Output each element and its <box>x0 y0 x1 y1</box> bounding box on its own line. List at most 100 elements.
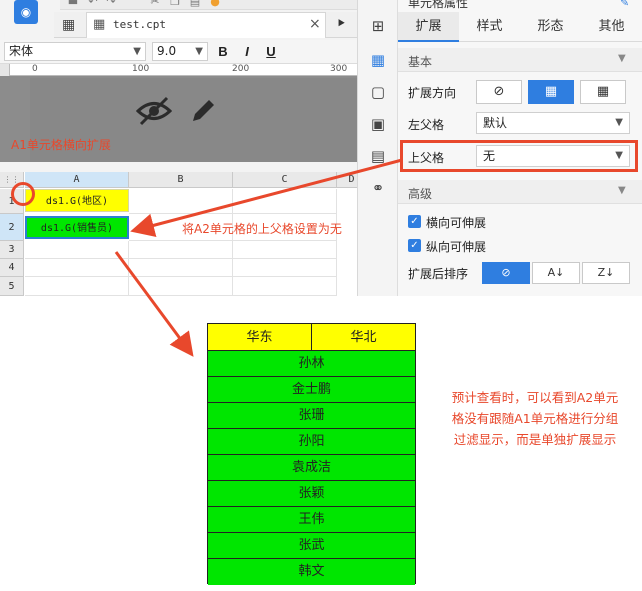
main-toolbar: ▬ ↶ ↷ ✂ ❐ ▤ ● <box>60 0 357 10</box>
frame-icon[interactable]: ▢ <box>368 82 388 102</box>
cell-a4[interactable] <box>25 259 129 277</box>
vertical-expand-label: 纵向可伸展 <box>426 240 487 254</box>
row-header-4[interactable]: 4 <box>0 259 24 277</box>
grid-view-icon[interactable]: ▦ <box>62 17 78 33</box>
tab-other[interactable]: 其他 <box>581 12 642 42</box>
horizontal-expand-checkbox[interactable]: ✓ <box>408 215 421 228</box>
cell-a2-selected[interactable]: ds1.G(销售员) <box>25 216 129 239</box>
font-toolbar: 宋体 ▼ 9.0 ▼ B I U <box>0 40 357 64</box>
expand-direction-label: 扩展方向 <box>408 86 457 100</box>
column-header-d[interactable]: D <box>337 172 357 188</box>
cell-attribute-icon[interactable]: ▦ <box>368 50 388 70</box>
cell-c4[interactable] <box>233 259 337 277</box>
sort-none-button[interactable]: ⊘ <box>482 262 530 284</box>
cell-c5[interactable] <box>233 277 337 296</box>
left-parent-select[interactable]: 默认 ▼ <box>476 112 630 134</box>
annotation-circle-marker <box>11 182 35 206</box>
edit-pencil-icon[interactable] <box>188 96 218 126</box>
chevron-down-icon: ▼ <box>615 117 623 128</box>
preview-row: 袁成洁 <box>208 455 415 481</box>
preview-row: 张颖 <box>208 481 415 507</box>
pin-icon[interactable]: ✎ <box>620 0 629 9</box>
property-icon-strip: ⊞ ▦ ▢ ▣ ▤ ⚭ <box>358 0 398 296</box>
format-brush-icon[interactable]: ● <box>208 0 222 8</box>
annotation-a1-horizontal: A1单元格横向扩展 <box>11 138 111 152</box>
column-header-c[interactable]: C <box>233 172 337 188</box>
cell-b3[interactable] <box>129 241 233 259</box>
preview-result-table: 华东 华北 孙林 金士鹏 张珊 孙阳 袁成洁 张颖 王伟 张武 韩文 <box>207 323 416 585</box>
sort-descending-button[interactable]: Z↓ <box>582 262 630 284</box>
top-parent-value: 无 <box>483 149 496 163</box>
italic-button[interactable]: I <box>238 43 256 61</box>
preview-row: 王伟 <box>208 507 415 533</box>
cell-b1[interactable] <box>129 189 233 214</box>
cell-a3[interactable] <box>25 241 129 259</box>
row-header-2[interactable]: 2 <box>0 214 24 241</box>
close-tab-icon[interactable]: × <box>309 16 321 32</box>
chevron-down-icon: ▼ <box>133 46 141 57</box>
cell-element-icon[interactable]: ⊞ <box>368 16 388 36</box>
font-family-value: 宋体 <box>9 44 34 58</box>
preview-row: 孙阳 <box>208 429 415 455</box>
font-size-select[interactable]: 9.0 ▼ <box>152 42 208 61</box>
cell-c1[interactable] <box>233 189 337 214</box>
column-header-b[interactable]: B <box>129 172 233 188</box>
sort-ascending-button[interactable]: A↓ <box>532 262 580 284</box>
widget-icon[interactable]: ▣ <box>368 114 388 134</box>
report-file-icon: ▦ <box>93 17 106 32</box>
ruler-tick: 300 <box>330 64 348 74</box>
tab-style[interactable]: 样式 <box>459 12 520 42</box>
tab-expand[interactable]: 扩展 <box>398 12 459 42</box>
cell-a5[interactable] <box>25 277 129 296</box>
annotation-a2-parent: 将A2单元格的上父格设置为无 <box>182 222 342 236</box>
expand-horizontal-button[interactable]: ▦ <box>580 80 626 104</box>
save-icon[interactable]: ▬ <box>66 0 80 8</box>
cut-icon[interactable]: ✂ <box>148 0 162 8</box>
report-editor: ◉ ▬ ↶ ↷ ✂ ❐ ▤ ● ▦ ▦ test.cpt × ⯈ 宋体 ▼ 9.… <box>0 0 358 296</box>
vertical-expand-checkbox[interactable]: ✓ <box>408 239 421 252</box>
cell-b5[interactable] <box>129 277 233 296</box>
ruler-tick: 100 <box>132 64 150 74</box>
hyperlink-icon[interactable]: ⚭ <box>368 178 388 198</box>
horizontal-expand-label: 横向可伸展 <box>426 216 487 230</box>
property-tabs: 扩展 样式 形态 其他 <box>398 12 642 42</box>
preview-row: 张武 <box>208 533 415 559</box>
cell-b4[interactable] <box>129 259 233 277</box>
underline-button[interactable]: U <box>262 43 280 61</box>
document-tabbar: ▦ ▦ test.cpt × ⯈ <box>54 12 357 38</box>
preview-row: 张珊 <box>208 403 415 429</box>
column-header-a[interactable]: A <box>25 172 129 188</box>
cell-a1[interactable]: ds1.G(地区) <box>25 189 129 212</box>
redo-icon[interactable]: ↷ <box>104 0 118 8</box>
cell-c3[interactable] <box>233 241 337 259</box>
section-basic[interactable]: 基本 ▼ <box>398 48 642 72</box>
section-advanced[interactable]: 高级 ▼ <box>398 180 642 204</box>
annotation-preview-explanation: 预计查看时，可以看到A2单元格没有跟随A1单元格进行分组过滤显示，而是单独扩展显… <box>451 390 619 447</box>
preview-row: 韩文 <box>208 559 415 585</box>
tab-form[interactable]: 形态 <box>520 12 581 42</box>
font-family-select[interactable]: 宋体 ▼ <box>4 42 146 61</box>
tab-menu-icon[interactable]: ⯈ <box>336 17 346 32</box>
tab-test-cpt[interactable]: ▦ test.cpt × <box>86 12 326 38</box>
app-logo-icon[interactable]: ◉ <box>14 0 38 24</box>
bold-button[interactable]: B <box>214 43 232 61</box>
top-parent-select[interactable]: 无 ▼ <box>476 145 630 167</box>
sort-after-expand-label: 扩展后排序 <box>408 267 469 281</box>
expand-none-button[interactable]: ⊘ <box>476 80 522 104</box>
copy-icon[interactable]: ❐ <box>168 0 182 8</box>
top-parent-label: 上父格 <box>408 151 445 165</box>
chevron-down-icon: ▼ <box>195 46 203 57</box>
section-advanced-label: 高级 <box>408 187 433 201</box>
expand-vertical-button[interactable]: ▦ <box>528 80 574 104</box>
spreadsheet-grid: ⋮⋮ A B C D 1 2 3 4 5 ds1.G(地区) ds1.G(销售员… <box>0 172 357 296</box>
collapse-caret-icon: ▼ <box>618 53 626 64</box>
undo-icon[interactable]: ↶ <box>86 0 100 8</box>
row-header-5[interactable]: 5 <box>0 277 24 296</box>
paste-icon[interactable]: ▤ <box>188 0 202 8</box>
row-header-3[interactable]: 3 <box>0 241 24 259</box>
preview-header-north: 华北 <box>312 324 415 351</box>
condition-icon[interactable]: ▤ <box>368 146 388 166</box>
horizontal-ruler: 0 100 200 300 <box>10 64 357 76</box>
hide-eye-icon[interactable] <box>136 96 172 126</box>
tab-file-name: test.cpt <box>113 18 166 31</box>
